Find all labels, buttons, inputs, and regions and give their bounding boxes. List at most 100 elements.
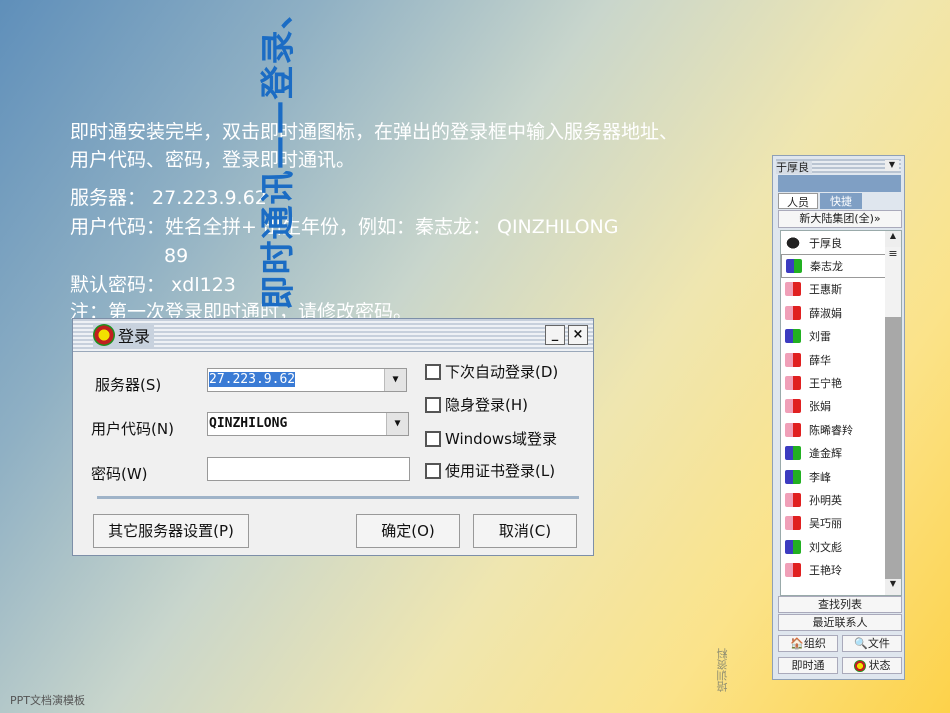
contact-name: 吴巧丽 [809, 517, 842, 531]
certificate-login-label: 使用证书登录(L) [445, 462, 556, 480]
footer-left: PPT文档演模板 [10, 694, 85, 707]
usercode-label: 用户代码(N) [91, 420, 174, 438]
contact-name: 李峰 [809, 470, 831, 484]
ok-button[interactable]: 确定(O) [356, 514, 460, 548]
dialog-titlebar[interactable]: 登录 _ × [73, 319, 593, 352]
contact-item[interactable]: 李峰 [781, 465, 901, 488]
contact-item[interactable]: 王宁艳 [781, 371, 901, 394]
chevron-down-icon[interactable]: ▼ [386, 413, 408, 435]
status-label: 状态 [868, 659, 891, 672]
server-combo[interactable]: 27.223.9.62 ▼ [207, 368, 407, 392]
footer-right: 培训资料 [716, 648, 729, 692]
windows-domain-label: Windows域登录 [445, 430, 557, 448]
user-icon [785, 399, 801, 414]
status-button[interactable]: 状态 [842, 657, 902, 674]
scrollbar[interactable]: ▲ ≡ ▼ [885, 231, 901, 595]
chevron-down-icon[interactable]: ▼ [384, 369, 406, 391]
tab-people[interactable]: 人员 [778, 193, 818, 209]
contact-name: 王宁艳 [809, 377, 842, 391]
user-icon [785, 492, 801, 507]
user-icon [786, 259, 802, 274]
contact-item[interactable]: 张娟 [781, 395, 901, 418]
panel-titlebar[interactable]: 于厚良 ▼ [776, 159, 901, 174]
user-icon [785, 235, 801, 250]
recent-contacts-button[interactable]: 最近联系人 [778, 614, 902, 631]
org-button[interactable]: 🏠组织 [778, 635, 838, 652]
cancel-button[interactable]: 取消(C) [473, 514, 577, 548]
user-icon [785, 469, 801, 484]
contact-name: 逄金辉 [809, 447, 842, 461]
scroll-down-icon[interactable]: ▼ [885, 579, 901, 595]
user-icon [785, 352, 801, 367]
contact-item[interactable]: 薛华 [781, 348, 901, 371]
user-icon [785, 305, 801, 320]
password-input[interactable] [207, 457, 410, 481]
user-icon [785, 422, 801, 437]
contact-name: 薛华 [809, 353, 831, 367]
auto-login-checkbox[interactable]: 下次自动登录(D) [425, 361, 558, 382]
scroll-up-icon[interactable]: ▲ [885, 231, 901, 247]
im-button[interactable]: 即时通 [778, 657, 838, 674]
tab-shortcuts[interactable]: 快捷 [820, 193, 862, 209]
server-line: 服务器： 27.223.9.62 [70, 187, 267, 209]
contact-name: 刘雷 [809, 330, 831, 344]
scroll-thumb[interactable]: ≡ [885, 247, 901, 317]
server-value: 27.223.9.62 [209, 372, 296, 387]
dialog-title: 登录 [118, 327, 151, 346]
user-icon [785, 539, 801, 554]
contact-item[interactable]: 吴巧丽 [781, 512, 901, 535]
minimize-button[interactable]: _ [545, 325, 565, 345]
intro-line-1: 即时通安装完毕，双击即时通图标，在弹出的登录框中输入服务器地址、 [70, 121, 679, 143]
auto-login-label: 下次自动登录(D) [445, 363, 559, 381]
contact-item[interactable]: 薛淑娟 [781, 301, 901, 324]
contacts-panel: 于厚良 ▼ 人员 快捷 新大陆集团(全)» 于厚良秦志龙王惠斯薛淑娟刘雷薛华王宁… [772, 155, 905, 680]
server-label: 服务器(S) [95, 376, 162, 394]
password-line: 默认密码： xdl123 [70, 274, 236, 296]
login-dialog: 登录 _ × 服务器(S) 27.223.9.62 ▼ 用户代码(N) QINZH… [72, 318, 594, 556]
contact-item[interactable]: 秦志龙 [781, 254, 901, 278]
contact-item[interactable]: 王惠斯 [781, 278, 901, 301]
close-button[interactable]: × [568, 325, 588, 345]
user-icon [785, 282, 801, 297]
contact-item[interactable]: 陈晞睿羚 [781, 418, 901, 441]
usercode-value: QINZHILONG [209, 416, 288, 431]
contact-list: 于厚良秦志龙王惠斯薛淑娟刘雷薛华王宁艳张娟陈晞睿羚逄金辉李峰孙明英吴巧丽刘文彪王… [780, 230, 902, 596]
contact-name: 张娟 [809, 400, 831, 414]
usercode-line-cont: 89 [164, 245, 189, 267]
panel-user: 于厚良 [776, 161, 812, 174]
usercode-line: 用户代码：姓名全拼+ 出生年份，例如：秦志龙： QINZHILONG [70, 216, 619, 238]
user-icon [785, 329, 801, 344]
contact-item[interactable]: 刘雷 [781, 325, 901, 348]
user-icon [785, 563, 801, 578]
group-button[interactable]: 新大陆集团(全)» [778, 210, 902, 228]
other-server-settings-button[interactable]: 其它服务器设置(P) [93, 514, 249, 548]
contact-name: 于厚良 [809, 236, 842, 250]
usercode-combo[interactable]: QINZHILONG ▼ [207, 412, 409, 436]
contact-item[interactable]: 刘文彪 [781, 535, 901, 558]
status-icon [853, 660, 866, 672]
user-icon [785, 516, 801, 531]
contact-item[interactable]: 王艳玲 [781, 558, 901, 581]
certificate-login-checkbox[interactable]: 使用证书登录(L) [425, 460, 555, 481]
contact-item[interactable]: 逄金辉 [781, 442, 901, 465]
windows-domain-checkbox[interactable]: Windows域登录 [425, 428, 557, 449]
files-label: 文件 [867, 637, 890, 650]
org-label: 组织 [803, 637, 826, 650]
find-list-button[interactable]: 查找列表 [778, 596, 902, 613]
divider [97, 496, 579, 499]
password-label: 密码(W) [91, 465, 148, 483]
contact-item[interactable]: 孙明英 [781, 488, 901, 511]
contact-name: 刘文彪 [809, 540, 842, 554]
intro-line-2: 用户代码、密码，登录即时通讯。 [70, 149, 356, 171]
chevron-down-icon[interactable]: ▼ [885, 160, 899, 171]
files-button[interactable]: 🔍文件 [842, 635, 902, 652]
slide-title: 即时通讯——登录、 [258, 0, 299, 310]
status-bar [778, 175, 901, 192]
invisible-login-checkbox[interactable]: 隐身登录(H) [425, 394, 528, 415]
user-icon [785, 376, 801, 391]
contact-name: 孙明英 [809, 493, 842, 507]
contact-name: 王惠斯 [809, 283, 842, 297]
contact-item[interactable]: 于厚良 [781, 231, 901, 254]
search-icon: 🔍 [854, 637, 868, 650]
app-logo-icon [93, 324, 115, 346]
